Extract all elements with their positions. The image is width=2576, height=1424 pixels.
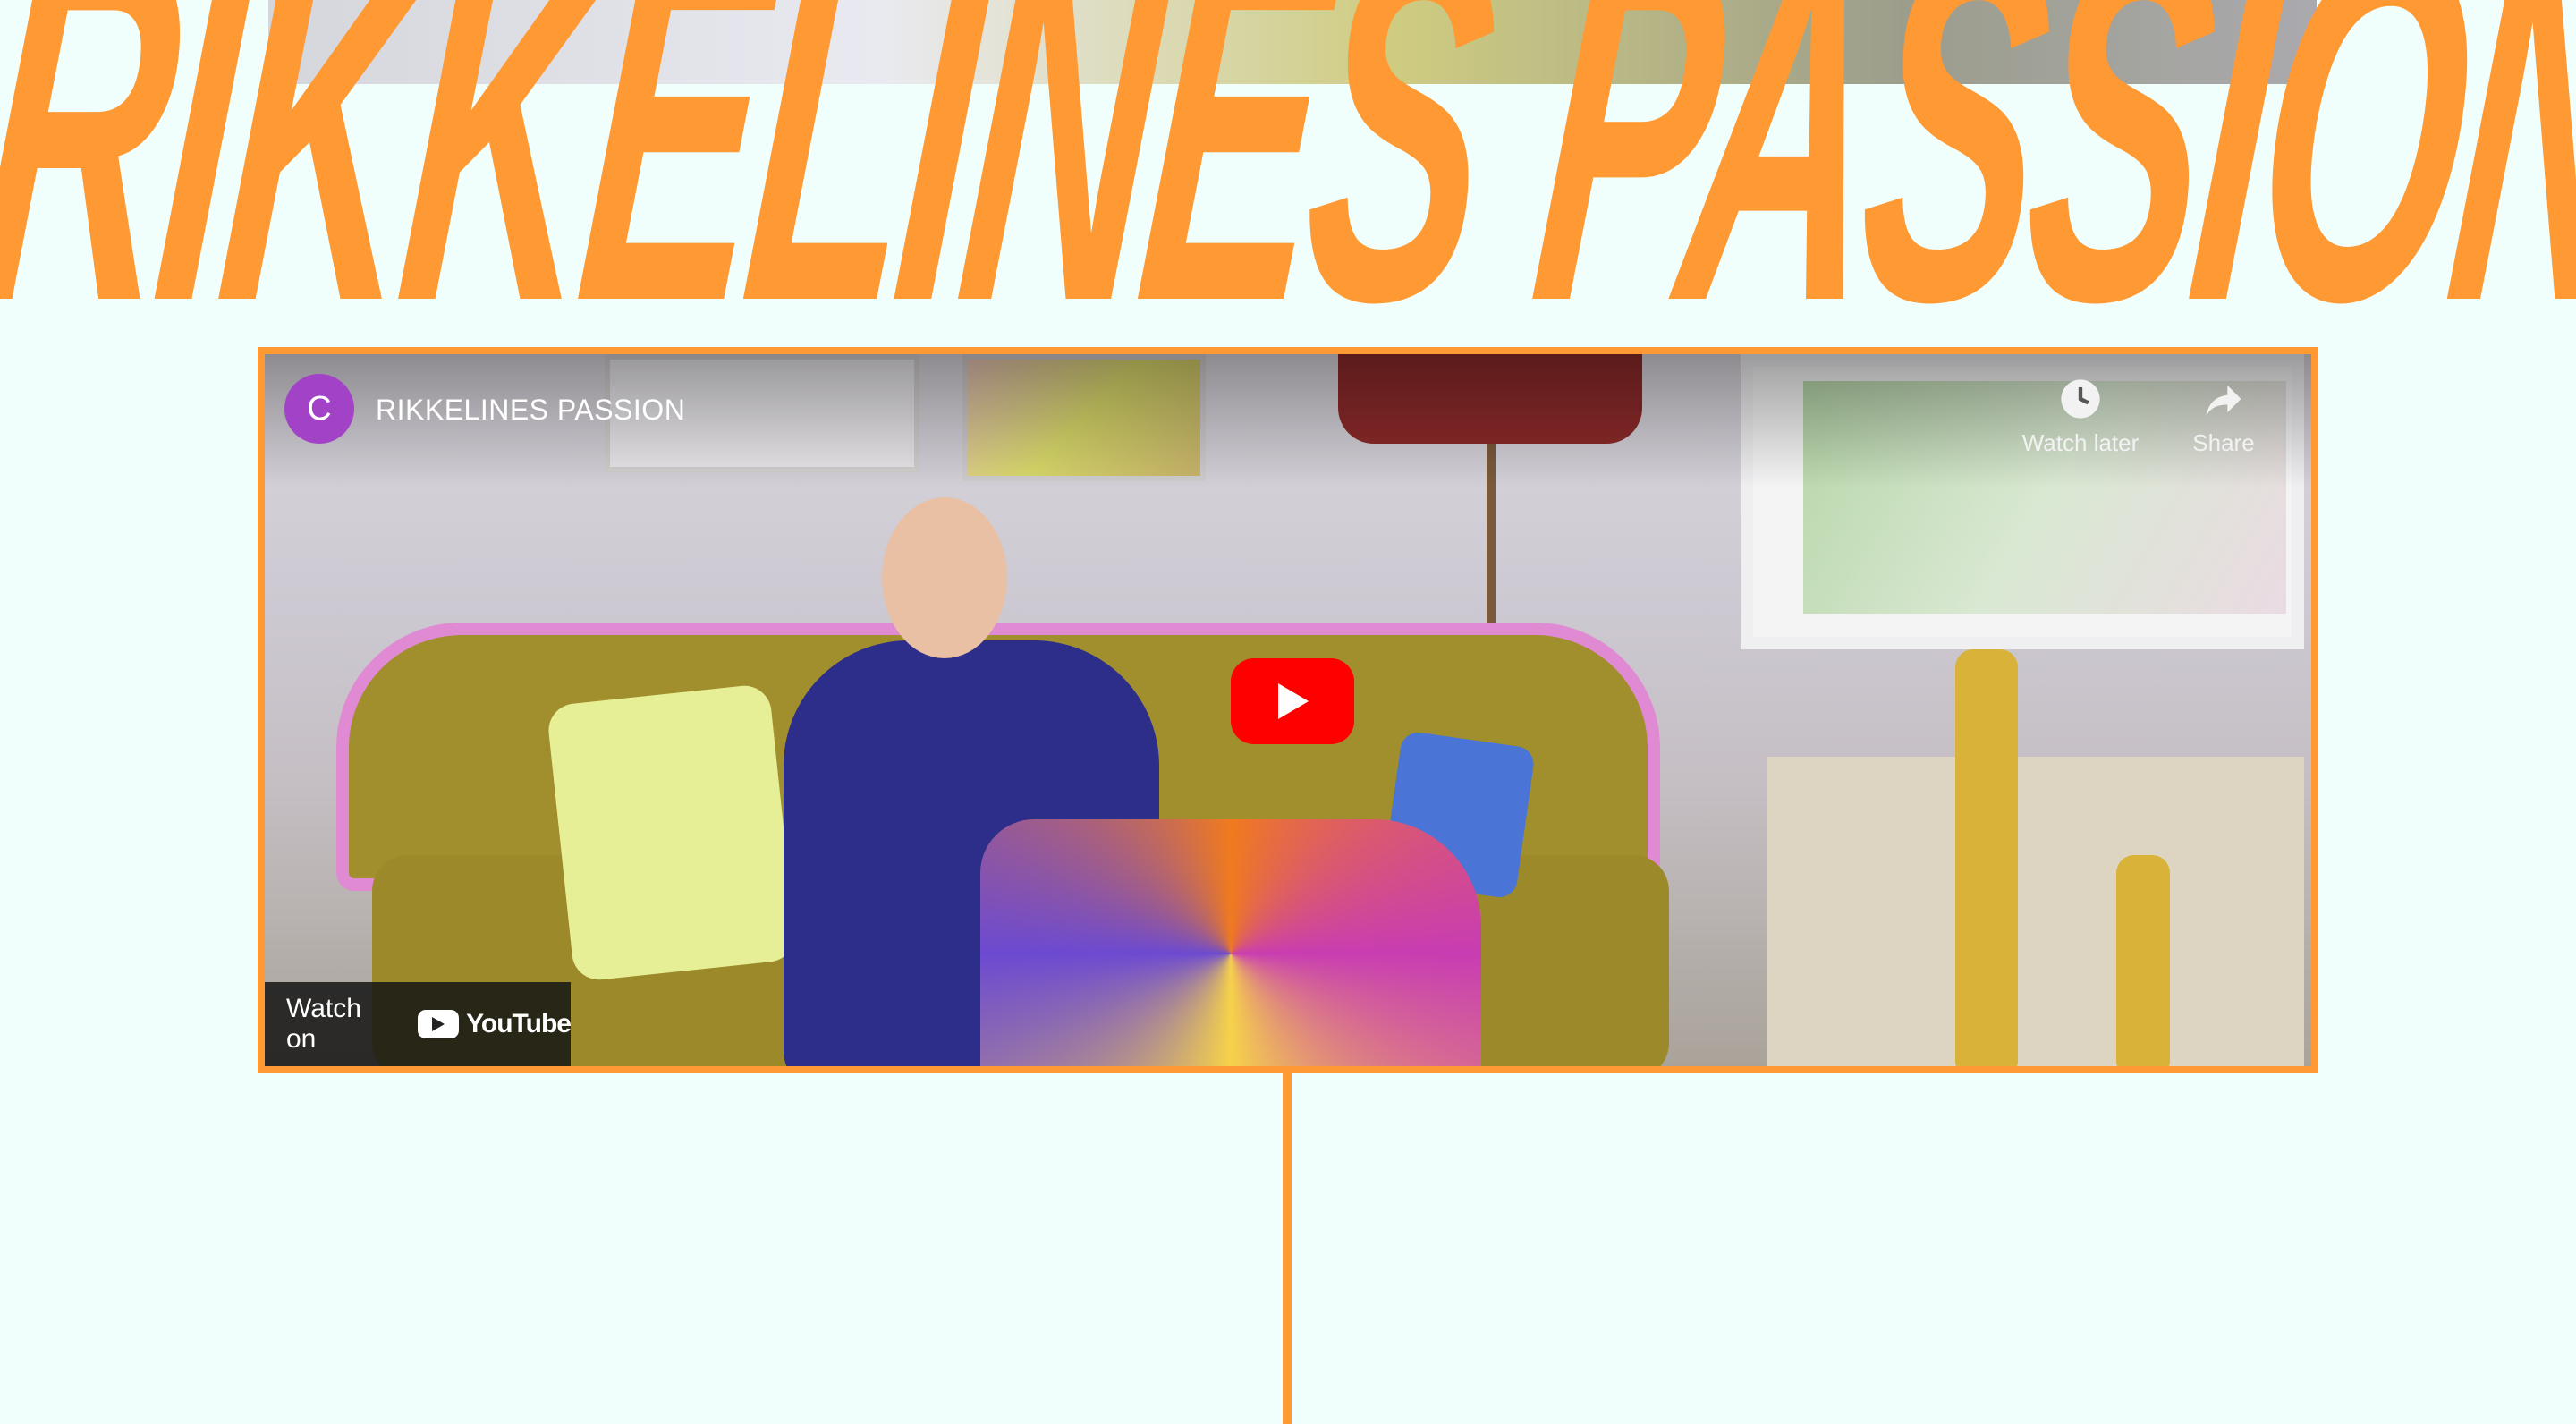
- vertical-divider: [1283, 1073, 1292, 1424]
- thumbnail-person-head: [882, 497, 1007, 658]
- thumbnail-pillow: [546, 682, 798, 983]
- channel-avatar[interactable]: C: [284, 374, 354, 444]
- thumbnail-candlestick: [2116, 855, 2170, 1066]
- youtube-video-player[interactable]: C RIKKELINES PASSION Watch later Share W…: [265, 354, 2311, 1066]
- video-embed-frame: C RIKKELINES PASSION Watch later Share W…: [258, 347, 2318, 1073]
- play-icon: [1278, 683, 1309, 719]
- share-icon: [2206, 385, 2241, 417]
- play-button[interactable]: [1231, 658, 1354, 744]
- youtube-logo-text: YouTube: [466, 1009, 572, 1038]
- watch-later-label: Watch later: [2021, 429, 2140, 456]
- share-label: Share: [2192, 429, 2255, 456]
- youtube-play-icon: [418, 1010, 460, 1038]
- watch-later-button[interactable]: Watch later: [2018, 376, 2143, 457]
- share-button[interactable]: Share: [2161, 376, 2286, 457]
- page-headline: RIKKELINES PASSION: [0, 0, 2576, 358]
- headline-text: RIKKELINES PASSION: [0, 0, 2576, 358]
- youtube-logo: YouTube: [418, 1009, 572, 1039]
- thumbnail-radiator: [1767, 757, 2304, 1066]
- thumbnail-skirt: [980, 819, 1481, 1066]
- watch-on-label: Watch on: [286, 994, 361, 1054]
- video-title-link[interactable]: RIKKELINES PASSION: [376, 394, 685, 427]
- watch-on-youtube-button[interactable]: Watch on YouTube: [265, 982, 572, 1066]
- clock-icon: [2061, 379, 2100, 419]
- thumbnail-candlestick: [1955, 649, 2018, 1066]
